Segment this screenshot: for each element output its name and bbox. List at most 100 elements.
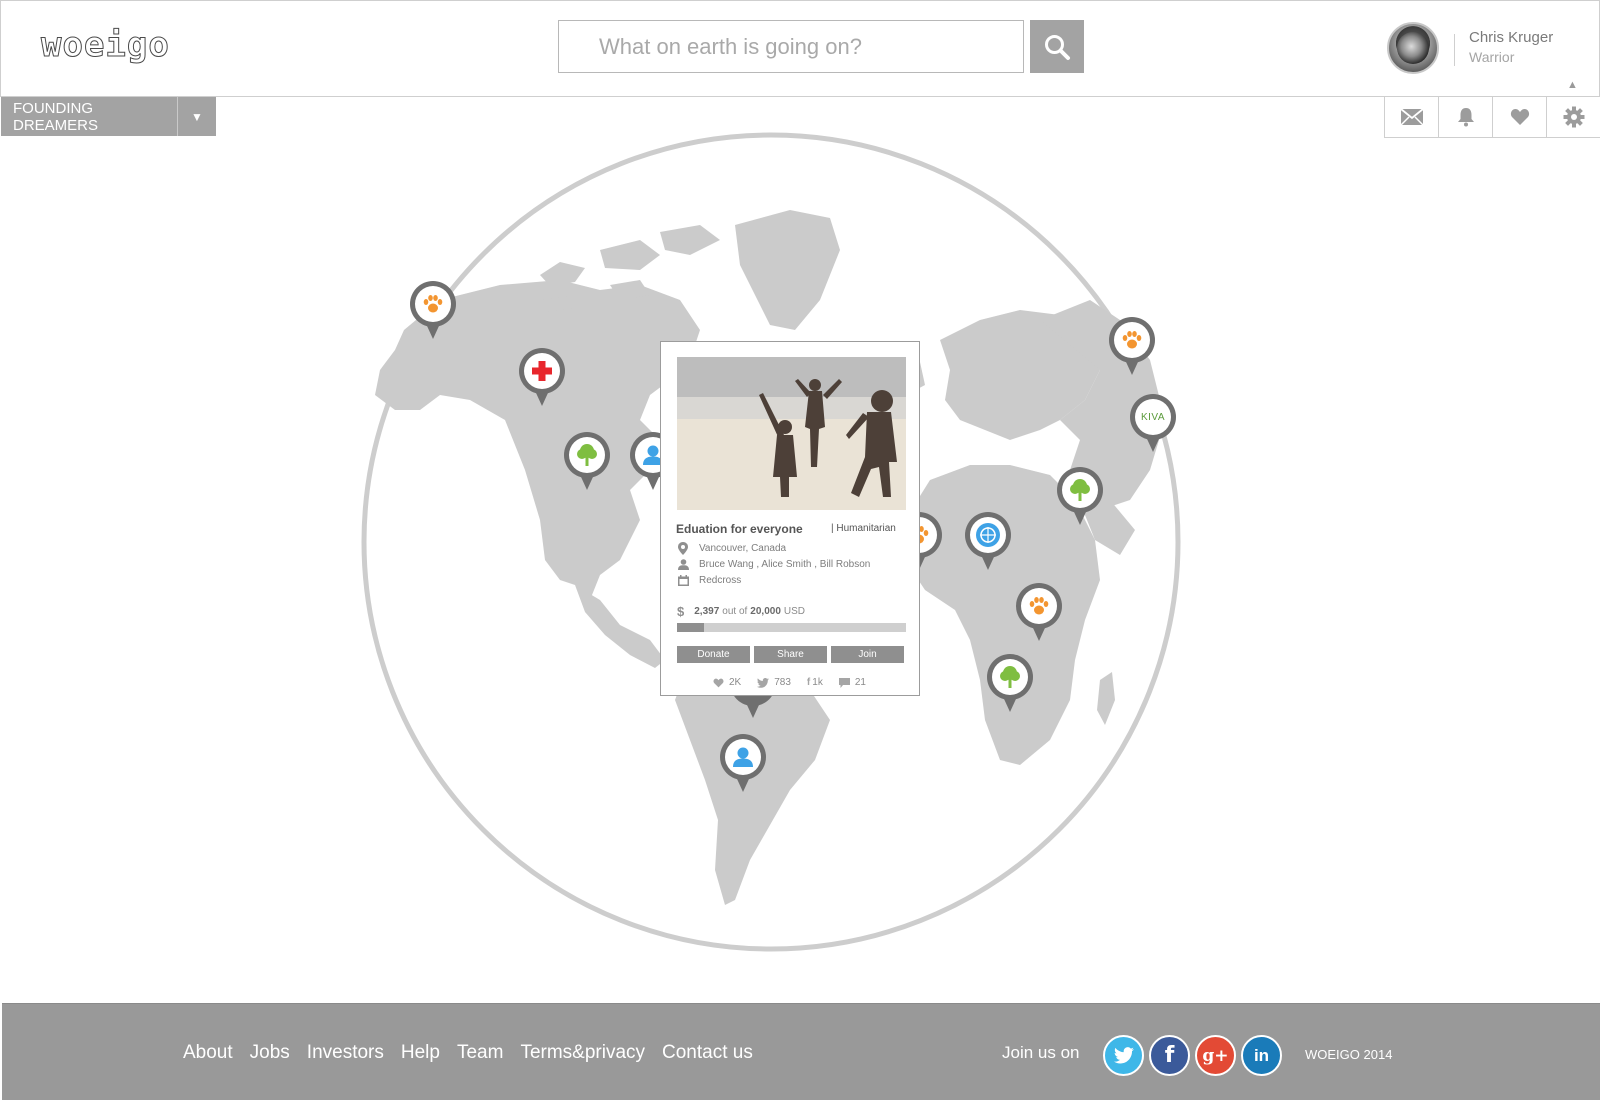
tweets-count: 783: [774, 677, 791, 688]
mail-icon: [1399, 107, 1424, 126]
user-icon: [677, 559, 689, 570]
logo[interactable]: woeigo: [41, 25, 170, 66]
location-pin-icon: [678, 542, 688, 555]
tree-icon: [1070, 479, 1090, 501]
footer-links: About Jobs Investors Help Team Terms&pri…: [183, 1042, 770, 1064]
comments-stat[interactable]: 21: [838, 677, 866, 688]
join-us-label: Join us on: [1002, 1043, 1080, 1062]
map-pin-tree[interactable]: [564, 432, 610, 492]
calendar-icon: [677, 575, 689, 586]
map-pin-un[interactable]: [965, 512, 1011, 572]
project-location: Vancouver, Canada: [699, 543, 787, 554]
tree-icon: [577, 444, 597, 466]
pin-face: [524, 353, 560, 389]
avatar[interactable]: [1387, 22, 1439, 74]
tweets-stat[interactable]: 783: [757, 677, 791, 688]
footer-link-team[interactable]: Team: [457, 1042, 503, 1064]
pin-face: [1062, 472, 1098, 508]
pin-face: [992, 659, 1028, 695]
project-organization-row: Redcross: [676, 575, 741, 586]
user-divider: [1454, 34, 1455, 66]
funding-summary: $ 2,397 out of 20,000 USD: [677, 604, 805, 619]
map-pin-paw-3[interactable]: [1016, 583, 1062, 643]
copyright: WOEIGO 2014: [1305, 1047, 1393, 1062]
funding-raised: 2,397: [694, 606, 720, 617]
pin-face: [1021, 588, 1057, 624]
avatar-photo: [1397, 32, 1429, 64]
footer-link-help[interactable]: Help: [401, 1042, 440, 1064]
project-popup-card[interactable]: Eduation for everyone | Humanitarian Van…: [660, 341, 920, 696]
project-location-row: Vancouver, Canada: [676, 542, 786, 555]
search-input[interactable]: [559, 21, 1023, 72]
linkedin-icon: in: [1253, 1045, 1270, 1065]
funding-progress-bar: [677, 623, 906, 632]
likes-count: 2K: [729, 677, 742, 688]
top-header: woeigo Chris Kruger Warrior ▲: [0, 0, 1600, 97]
footer-link-jobs[interactable]: Jobs: [250, 1042, 290, 1064]
person-icon: [733, 747, 753, 767]
social-links: f g+ in: [1103, 1035, 1282, 1076]
map-pin-paw-2[interactable]: [1109, 317, 1155, 377]
pin-face: [725, 739, 761, 775]
twitter-bird-icon: [757, 677, 770, 688]
facebook-icon: f: [1164, 1043, 1175, 1068]
twitter-icon: [1113, 1047, 1134, 1064]
project-stats: 2K 783 f 1k 21: [713, 677, 866, 688]
google-plus-button[interactable]: g+: [1195, 1035, 1236, 1076]
map-pin-tree-2[interactable]: [1057, 467, 1103, 527]
red-cross-icon: [532, 361, 552, 381]
donate-button[interactable]: Donate: [677, 646, 750, 663]
heart-icon: [713, 678, 724, 687]
facebook-f-icon: f: [806, 677, 811, 688]
comment-icon: [838, 677, 850, 688]
project-organization: Redcross: [699, 575, 742, 586]
map-pin-tree-3[interactable]: [987, 654, 1033, 714]
join-button[interactable]: Join: [831, 646, 904, 663]
footer-link-terms[interactable]: Terms&privacy: [520, 1042, 645, 1064]
bell-icon: [1457, 107, 1474, 126]
funding-currency: USD: [783, 606, 806, 617]
collapse-caret-icon[interactable]: ▲: [1567, 79, 1578, 91]
dollar-icon: $: [677, 604, 685, 619]
share-button[interactable]: Share: [754, 646, 827, 663]
map-pin-person-2[interactable]: [720, 734, 766, 794]
footer-link-investors[interactable]: Investors: [307, 1042, 384, 1064]
funding-progress-fill: [677, 623, 705, 632]
search-button[interactable]: [1030, 20, 1084, 73]
project-people-row: Bruce Wang , Alice Smith , Bill Robson: [676, 559, 870, 570]
paw-icon: [1122, 331, 1142, 349]
tree-icon: [1000, 666, 1020, 688]
footer-link-about[interactable]: About: [183, 1042, 233, 1064]
search-field-wrapper: [558, 20, 1024, 73]
facebook-stat[interactable]: f 1k: [807, 677, 823, 688]
map-pin-paw[interactable]: [410, 281, 456, 341]
user-role: Warrior: [1469, 49, 1515, 65]
facebook-button[interactable]: f: [1149, 1035, 1190, 1076]
kiva-logo: KIVA: [1140, 411, 1166, 423]
paw-icon: [423, 295, 443, 313]
twitter-button[interactable]: [1103, 1035, 1144, 1076]
linkedin-button[interactable]: in: [1241, 1035, 1282, 1076]
heart-icon: [1510, 108, 1529, 125]
map-pin-kiva[interactable]: KIVA: [1130, 394, 1176, 454]
gear-icon: [1563, 106, 1584, 127]
search-icon: [1045, 34, 1070, 60]
pin-face: [970, 517, 1006, 553]
comments-count: 21: [854, 677, 866, 688]
facebook-count: 1k: [812, 677, 823, 688]
map-pin-red-cross[interactable]: [519, 348, 565, 408]
project-people: Bruce Wang , Alice Smith , Bill Robson: [699, 559, 871, 570]
project-photo[interactable]: [677, 357, 906, 510]
project-category: | Humanitarian: [831, 523, 896, 534]
un-logo-icon: [976, 523, 1000, 547]
likes-stat[interactable]: 2K: [713, 677, 741, 688]
footer: About Jobs Investors Help Team Terms&pri…: [2, 1003, 1600, 1100]
project-title[interactable]: Eduation for everyone: [676, 522, 803, 536]
user-name[interactable]: Chris Kruger: [1469, 29, 1553, 46]
footer-link-contact[interactable]: Contact us: [662, 1042, 753, 1064]
children-on-beach-image: [677, 357, 906, 510]
pin-face: KIVA: [1135, 399, 1171, 435]
pin-face: [1114, 322, 1150, 358]
funding-out-of: out of: [722, 606, 748, 617]
paw-icon: [1029, 597, 1049, 615]
